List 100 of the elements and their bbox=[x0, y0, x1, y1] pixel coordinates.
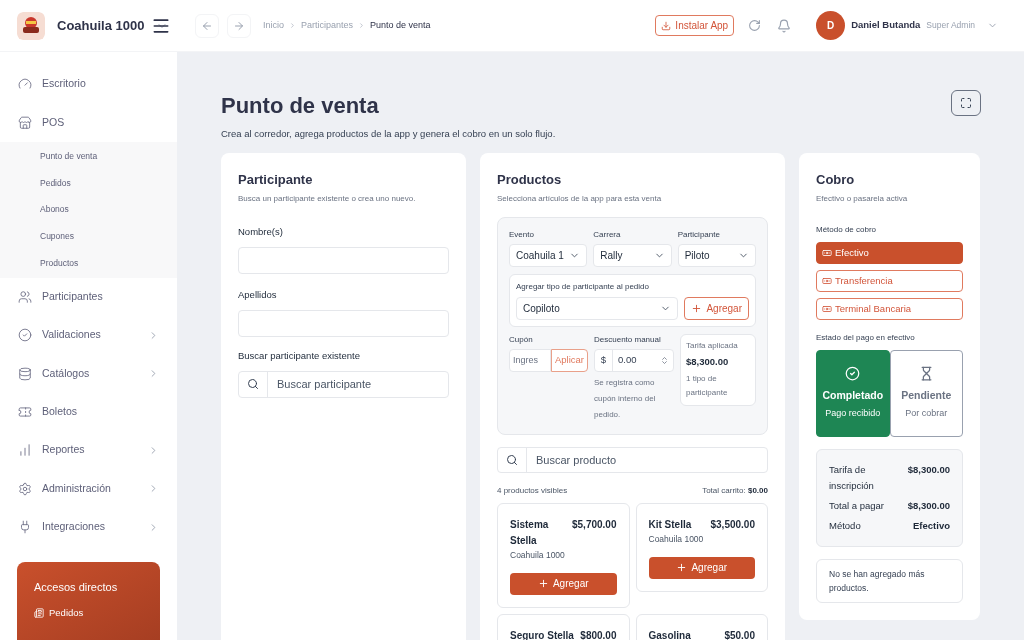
newspaper-icon bbox=[34, 607, 44, 618]
sidebar-item[interactable]: Escritorio bbox=[0, 65, 177, 104]
breadcrumb-separator-icon bbox=[289, 22, 296, 29]
shortcut-link[interactable]: Pedidos bbox=[34, 605, 143, 620]
sidebar-item[interactable]: Reportes bbox=[0, 431, 177, 470]
breadcrumb-separator-icon bbox=[358, 22, 366, 29]
coupon-field[interactable]: Ingres bbox=[509, 348, 551, 372]
sidebar-item[interactable]: Boletos bbox=[0, 392, 177, 432]
sidebar-item[interactable]: Catálogos bbox=[0, 354, 177, 393]
product-search-box[interactable]: Buscar producto bbox=[497, 446, 768, 473]
product-price: $800.00 bbox=[580, 628, 617, 640]
store-icon bbox=[18, 115, 32, 130]
banknote-icon bbox=[822, 303, 832, 314]
add-type-button[interactable]: Agregar bbox=[684, 296, 749, 320]
refresh-icon[interactable] bbox=[748, 19, 762, 32]
add-product-button[interactable]: Agregar bbox=[648, 556, 755, 579]
submenu-item[interactable]: Cupones bbox=[0, 223, 177, 250]
participant-search-box[interactable]: Buscar participante bbox=[238, 370, 449, 398]
submenu-item[interactable]: Pedidos bbox=[0, 169, 177, 197]
payment-method-button[interactable]: Transferencia bbox=[816, 269, 963, 292]
back-button[interactable] bbox=[195, 13, 219, 38]
product-name: Seguro Stella bbox=[510, 628, 574, 640]
field-label: Descuento manual bbox=[594, 333, 662, 346]
submenu-item[interactable]: Productos bbox=[0, 249, 177, 277]
forward-button[interactable] bbox=[227, 13, 251, 38]
cart-total: Total carrito: $0.00 bbox=[702, 484, 768, 497]
dropdown-select[interactable]: Coahuila 1 bbox=[509, 243, 588, 267]
product-price: $50.00 bbox=[724, 628, 755, 640]
field-label: Buscar participante existente bbox=[238, 349, 361, 364]
submenu-item[interactable]: Punto de venta bbox=[0, 142, 177, 170]
sidebar-item[interactable]: Validaciones bbox=[0, 316, 177, 355]
summary-label: Total a pagar bbox=[829, 498, 884, 513]
payment-method-button[interactable]: Terminal Bancaria bbox=[816, 297, 963, 320]
plus-icon bbox=[676, 562, 688, 573]
payment-method-button[interactable]: Efectivo bbox=[816, 241, 963, 264]
stepper-icon[interactable] bbox=[660, 355, 669, 365]
ticket-icon bbox=[18, 404, 32, 419]
banknote-icon bbox=[822, 275, 832, 286]
card-title: Productos bbox=[497, 171, 563, 190]
notification-bell-icon[interactable] bbox=[777, 18, 792, 33]
discount-field[interactable]: $ 0.00 bbox=[594, 348, 674, 372]
sidebar-item[interactable]: Integraciones bbox=[0, 507, 177, 547]
rate-label: Tarifa aplicada bbox=[686, 339, 739, 352]
product-name: Sistema Stella bbox=[510, 517, 550, 548]
arrow-left-icon bbox=[201, 19, 213, 32]
field-label: Cupón bbox=[509, 333, 534, 346]
payment-status-option[interactable]: Completado Pago recibido bbox=[816, 349, 890, 437]
product-price: $3,500.00 bbox=[710, 517, 755, 532]
banknote-icon bbox=[822, 247, 832, 258]
text-field[interactable] bbox=[238, 310, 449, 338]
sidebar-item[interactable]: POS bbox=[0, 103, 177, 142]
sidebar-item[interactable]: Administración bbox=[0, 469, 177, 508]
rate-note: 1 tipo de participante bbox=[686, 373, 729, 399]
search-icon bbox=[506, 453, 518, 466]
fullscreen-button[interactable] bbox=[951, 90, 981, 116]
text-field[interactable] bbox=[238, 247, 449, 274]
summary-label: Tarifa de inscripción bbox=[829, 462, 875, 493]
plug-icon bbox=[18, 520, 32, 535]
payment-status-option[interactable]: Pendiente Por cobrar bbox=[889, 349, 963, 437]
fullscreen-icon bbox=[960, 97, 972, 109]
plus-icon bbox=[537, 578, 549, 589]
bar-chart-icon bbox=[18, 443, 32, 458]
logo-icon bbox=[17, 11, 45, 40]
rate-amount: $8,300.00 bbox=[686, 354, 730, 369]
visible-products-count: 4 productos visibles bbox=[497, 484, 568, 497]
user-name: Daniel Butanda bbox=[851, 18, 921, 33]
breadcrumb-link[interactable]: Punto de venta bbox=[370, 18, 431, 33]
download-icon bbox=[661, 20, 672, 31]
page-subtitle: Crea al corredor, agrega productos de la app y genera el cobro en un solo flujo. bbox=[221, 127, 556, 141]
product-price: $5,700.00 bbox=[572, 517, 617, 532]
participant-search-field[interactable]: Buscar participante bbox=[268, 371, 448, 397]
sidebar-item[interactable]: Participantes bbox=[0, 277, 177, 317]
field-label: Evento bbox=[509, 228, 535, 241]
arrow-right-icon bbox=[233, 19, 245, 32]
card-title: Participante bbox=[238, 171, 314, 190]
dropdown-select[interactable]: Copiloto bbox=[516, 296, 679, 320]
card-title: Cobro bbox=[816, 171, 856, 190]
card-subtitle: Busca un participante existente o crea uno nuevo. bbox=[238, 192, 417, 205]
product-search-field[interactable]: Buscar producto bbox=[527, 447, 767, 472]
summary-label: Método bbox=[829, 518, 861, 533]
field-label: Nombre(s) bbox=[238, 224, 284, 239]
install-app-button[interactable]: Instalar App bbox=[655, 15, 735, 36]
discount-note: Se registra como cupón interno del pedido. bbox=[594, 376, 657, 421]
dropdown-select[interactable]: Rally bbox=[593, 243, 672, 267]
product-event: Coahuila 1000 bbox=[510, 548, 566, 562]
users-icon bbox=[18, 289, 32, 304]
user-avatar[interactable]: D bbox=[816, 11, 846, 40]
field-label: Carrera bbox=[593, 228, 622, 241]
section-label: Estado del pago en efectivo bbox=[816, 331, 916, 344]
database-icon bbox=[18, 366, 32, 381]
plus-icon bbox=[691, 302, 703, 314]
shortcuts-title: Accesos directos bbox=[34, 580, 119, 596]
submenu-item[interactable]: Abonos bbox=[0, 196, 177, 224]
brand-name: Coahuila 1000 bbox=[57, 16, 145, 35]
settings-icon bbox=[18, 481, 32, 496]
field-label: Apellidos bbox=[238, 288, 278, 302]
add-product-button[interactable]: Agregar bbox=[510, 572, 617, 595]
user-role: Super Admin bbox=[926, 19, 975, 32]
dropdown-select[interactable]: Piloto bbox=[677, 243, 756, 267]
page-title: Punto de venta bbox=[221, 92, 380, 120]
